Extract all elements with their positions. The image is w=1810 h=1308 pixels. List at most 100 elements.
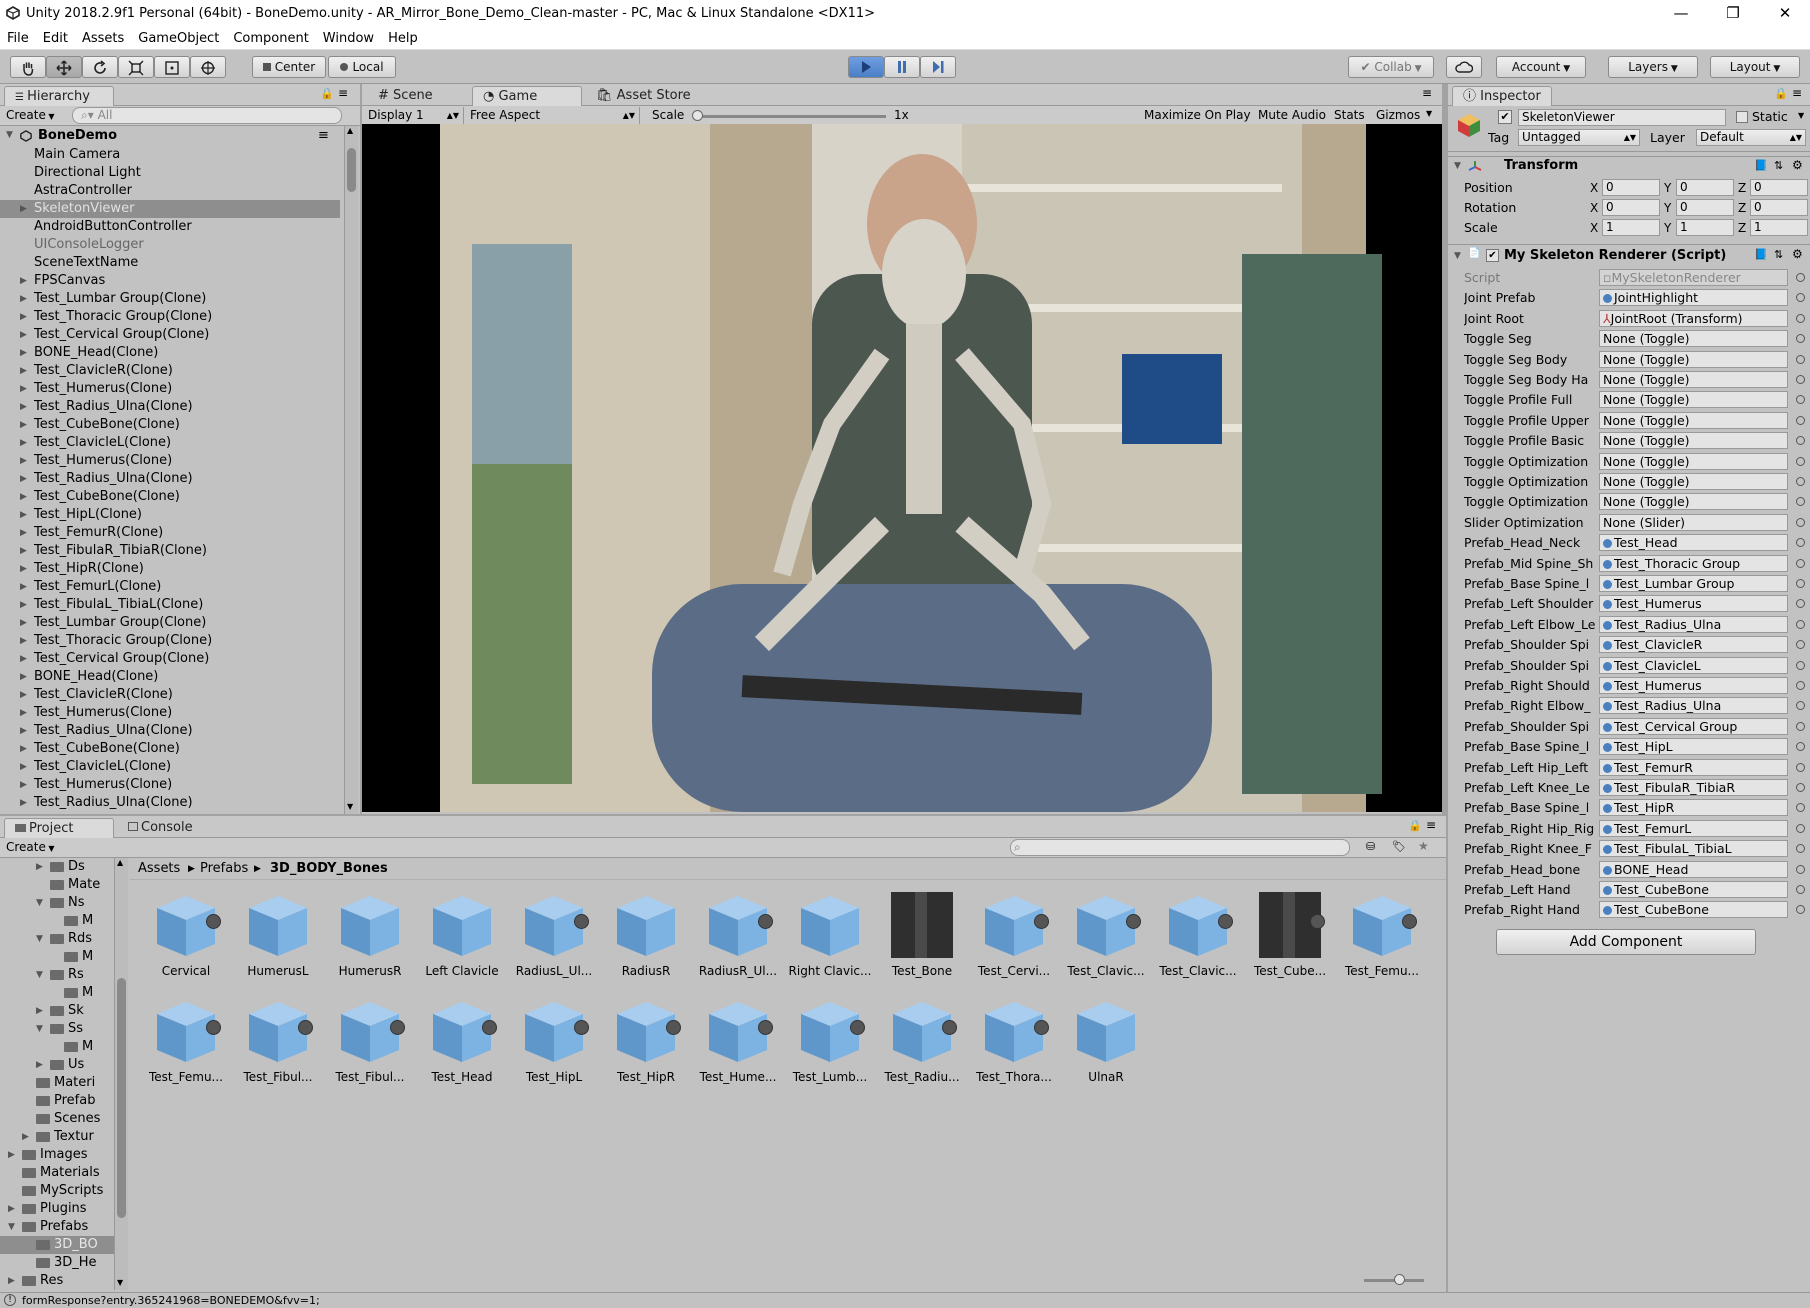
expand-arrow-icon[interactable]: ▶: [20, 776, 27, 794]
chevron-down-icon[interactable]: ▼: [1798, 111, 1804, 120]
expand-arrow-icon[interactable]: ▼: [6, 126, 13, 144]
hierarchy-item[interactable]: ▶ Test_ClavicleR(Clone): [0, 362, 340, 380]
hierarchy-item[interactable]: UIConsoleLogger: [0, 236, 340, 254]
axis-y-label[interactable]: Y: [1664, 218, 1671, 238]
expand-prefab-icon[interactable]: [758, 914, 773, 929]
expand-arrow-icon[interactable]: ▶: [20, 470, 27, 488]
gear-icon[interactable]: ⚙: [1792, 158, 1803, 172]
panel-menu-icon[interactable]: ≡: [338, 86, 348, 100]
object-picker-icon[interactable]: [1796, 599, 1805, 609]
play-button[interactable]: [848, 56, 884, 78]
help-book-icon[interactable]: 📘: [1754, 159, 1768, 172]
step-button[interactable]: [920, 56, 956, 78]
breadcrumb-current[interactable]: 3D_BODY_Bones: [270, 858, 388, 880]
tab-scene[interactable]: # Scene: [368, 86, 468, 106]
folder-tree-item[interactable]: Materials: [0, 1164, 114, 1182]
object-picker-icon[interactable]: [1796, 354, 1805, 364]
lock-icon[interactable]: 🔒: [320, 87, 334, 100]
asset-item[interactable]: Test_HipL: [508, 992, 600, 1092]
scene-header-row[interactable]: ▼ BoneDemo ≡: [0, 126, 344, 146]
cloud-button[interactable]: [1446, 56, 1482, 78]
folder-tree-item[interactable]: Scenes: [0, 1110, 114, 1128]
folder-tree-item[interactable]: MyScripts: [0, 1182, 114, 1200]
expand-arrow-icon[interactable]: ▶: [20, 326, 27, 344]
object-picker-icon[interactable]: [1796, 334, 1805, 344]
info-circle-icon[interactable]: !: [4, 1294, 16, 1306]
tag-dropdown[interactable]: Untagged ▲▼: [1518, 129, 1640, 146]
folder-tree-item[interactable]: ▼ Ss: [0, 1020, 114, 1038]
object-picker-icon[interactable]: [1796, 436, 1805, 446]
expand-arrow-icon[interactable]: ▶: [20, 650, 27, 668]
object-field[interactable]: None (Toggle): [1599, 432, 1788, 450]
mute-audio-toggle[interactable]: Mute Audio: [1258, 108, 1326, 122]
object-field[interactable]: Test_FibulaR_TibiaR: [1599, 779, 1788, 796]
object-name-field[interactable]: SkeletonViewer: [1518, 109, 1726, 126]
panel-menu-icon[interactable]: ≡: [1426, 818, 1436, 832]
active-checkbox[interactable]: ✔: [1498, 110, 1512, 124]
filter-label-icon[interactable]: 🏷: [1392, 840, 1406, 853]
object-picker-icon[interactable]: [1796, 803, 1805, 813]
folder-tree-item[interactable]: ▶ Us: [0, 1056, 114, 1074]
rotate-tool-button[interactable]: [82, 56, 118, 78]
expand-prefab-icon[interactable]: [206, 914, 221, 929]
move-tool-button[interactable]: [46, 56, 82, 78]
object-picker-icon[interactable]: [1796, 660, 1805, 670]
expand-prefab-icon[interactable]: [850, 1020, 865, 1035]
expand-arrow-icon[interactable]: ▶: [20, 542, 27, 560]
object-field[interactable]: Test_Head: [1599, 534, 1788, 552]
lock-icon[interactable]: 🔒: [1408, 819, 1422, 832]
menu-item-gameobject[interactable]: GameObject: [131, 28, 226, 46]
scroll-up-icon[interactable]: ▲: [347, 126, 353, 135]
hierarchy-item[interactable]: ▶ Test_FibulaR_TibiaR(Clone): [0, 542, 340, 560]
hierarchy-item[interactable]: ▶ Test_Lumbar Group(Clone): [0, 614, 340, 632]
hierarchy-item[interactable]: ▶ BONE_Head(Clone): [0, 668, 340, 686]
asset-item[interactable]: HumerusR: [324, 886, 416, 986]
object-field[interactable]: Test_FemurL: [1599, 819, 1788, 837]
expand-arrow-icon[interactable]: ▶: [20, 200, 27, 218]
object-picker-icon[interactable]: [1796, 293, 1805, 303]
folder-tree-item[interactable]: M: [0, 984, 114, 1002]
object-field[interactable]: None (Slider): [1599, 513, 1788, 531]
transform-z-field[interactable]: 0: [1750, 199, 1808, 216]
layer-dropdown[interactable]: Default ▲▼: [1696, 129, 1806, 146]
hierarchy-item[interactable]: Main Camera: [0, 146, 340, 164]
hierarchy-item[interactable]: ▶ Test_Radius_Ulna(Clone): [0, 470, 340, 488]
asset-item[interactable]: Test_HipR: [600, 992, 692, 1092]
hierarchy-item[interactable]: ▶ Test_ClavicleR(Clone): [0, 686, 340, 704]
scene-menu-icon[interactable]: ≡: [318, 126, 329, 146]
object-picker-icon[interactable]: [1796, 864, 1805, 874]
expand-prefab-icon[interactable]: [1034, 914, 1049, 929]
expand-prefab-icon[interactable]: [1310, 914, 1325, 929]
expand-arrow-icon[interactable]: ▶: [36, 1056, 43, 1074]
object-picker-icon[interactable]: [1796, 395, 1805, 405]
folder-tree-item[interactable]: 3D_BO: [0, 1236, 114, 1254]
object-picker-icon[interactable]: [1796, 905, 1805, 915]
asset-item[interactable]: Test_Thora...: [968, 992, 1060, 1092]
scale-tool-button[interactable]: [118, 56, 154, 78]
hierarchy-item[interactable]: ▶ Test_Humerus(Clone): [0, 704, 340, 722]
display-dropdown[interactable]: Display 1 ▲▼: [368, 107, 464, 124]
hierarchy-item[interactable]: ▶ Test_Humerus(Clone): [0, 776, 340, 794]
expand-arrow-icon[interactable]: ▶: [20, 560, 27, 578]
hierarchy-item[interactable]: AstraController: [0, 182, 340, 200]
icon-size-slider[interactable]: [1364, 1274, 1424, 1285]
expand-arrow-icon[interactable]: ▶: [20, 524, 27, 542]
chevron-down-icon[interactable]: ▼: [1426, 109, 1432, 118]
transform-y-field[interactable]: 0: [1676, 199, 1734, 216]
hierarchy-item[interactable]: Directional Light: [0, 164, 340, 182]
axis-z-label[interactable]: Z: [1738, 178, 1746, 198]
scroll-down-icon[interactable]: ▼: [117, 1278, 123, 1287]
expand-arrow-icon[interactable]: ▶: [20, 506, 27, 524]
folder-tree-item[interactable]: ▼ Ns: [0, 894, 114, 912]
object-field[interactable]: Test_ClavicleR: [1599, 636, 1788, 654]
hierarchy-item[interactable]: ▶ Test_Humerus(Clone): [0, 452, 340, 470]
hierarchy-item[interactable]: ▶ SkeletonViewer: [0, 200, 340, 218]
gear-icon[interactable]: ⚙: [1792, 247, 1803, 261]
expand-arrow-icon[interactable]: ▶: [20, 488, 27, 506]
object-picker-icon[interactable]: [1796, 415, 1805, 425]
asset-item[interactable]: Test_Femu...: [1336, 886, 1428, 986]
asset-item[interactable]: Test_Cube...: [1244, 886, 1336, 986]
object-field[interactable]: JointHighlight: [1599, 289, 1788, 307]
object-picker-icon[interactable]: [1796, 721, 1805, 731]
expand-arrow-icon[interactable]: ▶: [8, 1200, 15, 1218]
